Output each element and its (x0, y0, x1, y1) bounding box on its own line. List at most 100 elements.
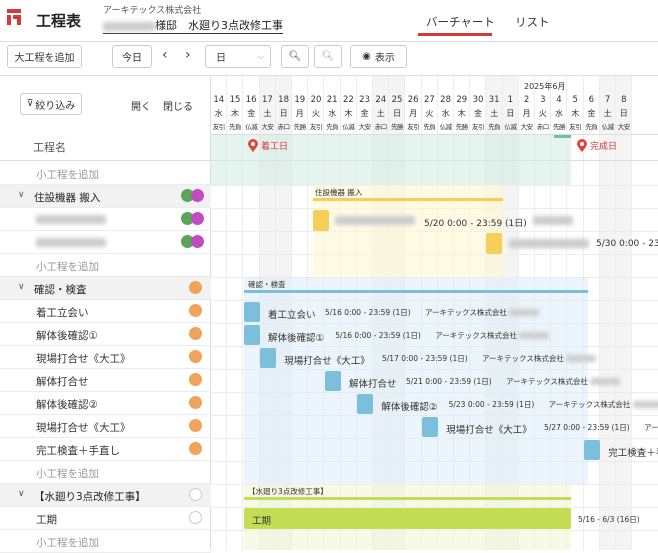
chevron-down-icon[interactable]: ∨ (18, 489, 25, 499)
redacted-name (36, 214, 106, 224)
task-row[interactable]: 現場打合せ《大工》 (0, 415, 211, 438)
process-name (36, 236, 106, 248)
task-bar[interactable] (313, 210, 329, 231)
weekday-label: 火 (311, 109, 320, 118)
task-bar[interactable] (422, 417, 439, 437)
toolbar: 大工程を追加 今日 ‹ › 日 ⌵ 🔍︎ 🔍︎ ◉ 表示 (0, 42, 658, 76)
weekday-label: 日 (506, 109, 515, 118)
task-name: 現場打合せ《大工》 (446, 425, 532, 436)
add-major-process-button[interactable]: 大工程を追加 (7, 45, 82, 68)
start-label: 着工日 (261, 142, 289, 152)
app-title: 工程表 (36, 12, 82, 30)
rokuyo-label: 大安 (358, 123, 371, 131)
group-row[interactable]: ∨ 【水廻り3点改修工事】 (0, 484, 211, 507)
group-row[interactable]: ∨ 確認・検査 (0, 277, 211, 300)
weekday-label: 土 (490, 109, 499, 118)
task-time: 5/16 0:00 - 23:59 (1日) (325, 308, 411, 317)
task-row[interactable]: 完工検査＋手直し (0, 438, 211, 461)
weekday-label: 日 (392, 109, 401, 118)
project-suffix: 様邸 水廻り3点改修工事 (155, 19, 283, 32)
weekday-label: 金 (587, 109, 596, 118)
collapse-all-button[interactable]: 閉じる (163, 98, 193, 113)
view-select-value: 日 (216, 53, 226, 64)
weekday-label: 水 (441, 109, 450, 118)
rokuyo-label: 先勝 (390, 123, 403, 131)
task-time: 5/27 0:00 - 23:59 (1日) (544, 423, 630, 432)
redacted-assignee (566, 355, 596, 362)
task-name: 完工検査＋手直 (608, 448, 658, 459)
weekday-label: 木 (344, 109, 353, 118)
add-subprocess-row[interactable]: 小工程を追加 (0, 461, 211, 484)
project-name[interactable]: 様邸 水廻り3点改修工事 (103, 17, 283, 34)
show-button[interactable]: ◉ 表示 (350, 45, 407, 68)
day-number: 7 (604, 95, 611, 105)
period-bar[interactable]: 工期 (244, 508, 571, 529)
chevron-down-icon[interactable]: ∨ (18, 282, 25, 292)
redacted-company (533, 216, 573, 225)
day-number: 17 (261, 95, 273, 105)
weekday-label: 土 (603, 109, 612, 118)
period-bar-label: 工期 (252, 516, 272, 527)
task-bar[interactable] (584, 440, 601, 460)
weekday-label: 金 (360, 109, 369, 118)
day-number: 8 (621, 95, 627, 105)
day-number: 6 (588, 95, 595, 105)
redacted-assignee (519, 332, 550, 339)
today-button[interactable]: 今日 (112, 45, 152, 68)
group-row[interactable]: ∨ 住設機器 搬入 (0, 185, 211, 208)
task-bar[interactable] (260, 348, 277, 368)
empty-avatar-icon (189, 488, 202, 501)
task-row[interactable] (0, 208, 211, 231)
day-number: 14 (213, 95, 225, 105)
task-time: 5/30 0:00 - 23:5 (596, 239, 658, 249)
task-row[interactable]: 現場打合せ《大工》 (0, 346, 211, 369)
task-time: 5/17 0:00 - 23:59 (1日) (382, 354, 468, 363)
day-number: 27 (423, 95, 435, 105)
tab-list[interactable]: リスト (515, 14, 550, 36)
task-bar[interactable] (486, 233, 502, 254)
process-name: 解体打合せ (36, 376, 89, 388)
day-number: 1 (507, 95, 514, 105)
filter-button[interactable]: ⊽ 絞り込み (20, 93, 82, 115)
group-bar (313, 198, 503, 201)
day-number: 18 (278, 95, 289, 105)
period-range: 5/16 - 6/3 (16日) (578, 515, 640, 524)
assignee-avatar-icon (189, 350, 202, 363)
zoom-in-icon[interactable]: 🔍︎ (281, 45, 309, 68)
task-bar[interactable] (357, 394, 374, 414)
rokuyo-label: 先負 (326, 123, 339, 131)
weekday-label: 日 (279, 109, 288, 118)
day-number: 15 (229, 95, 241, 105)
task-row[interactable]: 解体後確認② (0, 392, 211, 415)
rokuyo-label: 赤口 (536, 123, 549, 131)
chevron-down-icon[interactable]: ∨ (18, 190, 25, 200)
task-row[interactable] (0, 231, 211, 254)
eye-icon: ◉ (362, 51, 371, 62)
task-row[interactable]: 解体打合せ (0, 369, 211, 392)
day-number: 29 (456, 95, 468, 105)
month-label: 2025年6月 (524, 82, 566, 91)
redacted-name (36, 237, 106, 247)
task-time: 5/23 0:00 - 23:59 (1日) (448, 400, 535, 409)
zoom-out-icon[interactable]: 🔍︎ (314, 45, 342, 68)
expand-all-button[interactable]: 開く (131, 98, 151, 113)
weekday-label: 木 (457, 109, 466, 118)
task-row[interactable]: 解体後確認① (0, 323, 211, 346)
active-tab-indicator (418, 33, 492, 36)
rokuyo-label: 赤口 (374, 123, 387, 131)
add-subprocess-row[interactable]: 小工程を追加 (0, 254, 211, 277)
add-subprocess-row[interactable]: 小工程を追加 (0, 162, 211, 185)
view-select[interactable]: 日 ⌵ (205, 45, 271, 68)
start-pin-icon (248, 137, 258, 152)
task-row[interactable]: 工期 (0, 507, 211, 530)
assignee-avatar-icon (189, 419, 202, 432)
prev-arrow-icon[interactable]: ‹ (162, 47, 168, 63)
task-company: アーキテックス株式会社 (548, 400, 631, 409)
task-bar[interactable] (244, 302, 260, 322)
task-bar[interactable] (244, 325, 260, 345)
next-arrow-icon[interactable]: › (185, 47, 191, 63)
weekday-label: 水 (554, 109, 563, 118)
task-bar[interactable] (325, 371, 341, 391)
task-time: 5/16 0:00 - 23:59 (1日) (335, 331, 421, 340)
task-row[interactable]: 着工立会い (0, 300, 211, 323)
